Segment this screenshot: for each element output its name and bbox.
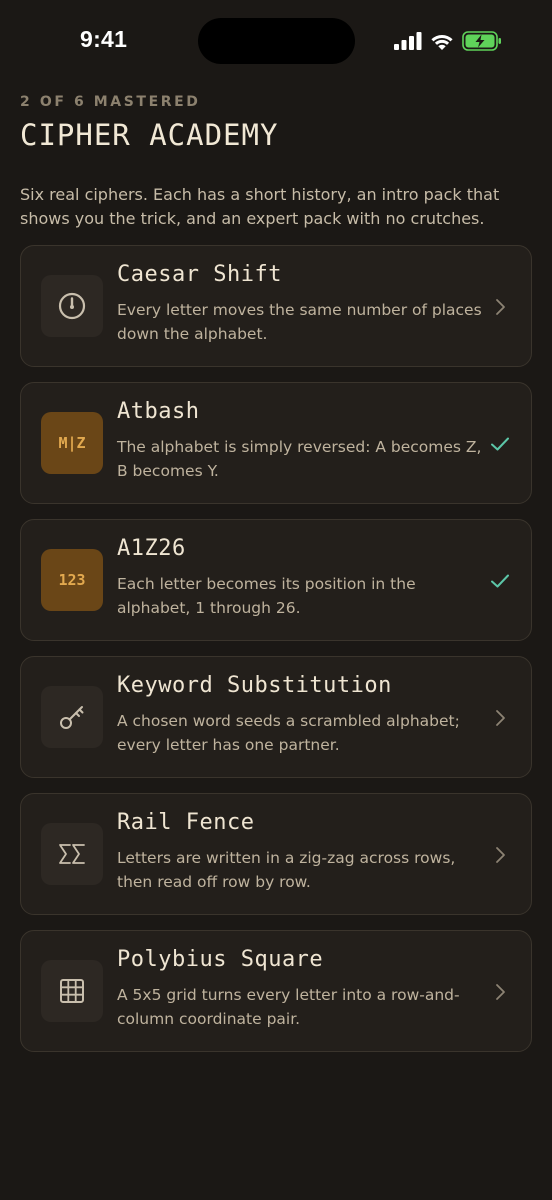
chevron-right-icon: [489, 844, 511, 866]
status-time: 9:41: [80, 26, 128, 52]
cipher-title: Caesar Shift: [117, 262, 282, 287]
cipher-title: Keyword Substitution: [117, 673, 392, 698]
chevron-right-icon: [489, 707, 511, 729]
cipher-description: Every letter moves the same number of pl…: [117, 301, 482, 343]
status-icons: [394, 30, 502, 52]
chevron-right-icon: [489, 296, 511, 318]
chevron-right-icon: [489, 981, 511, 1003]
cipher-card-rail-fence[interactable]: Rail Fence Letters are written in a zig-…: [20, 793, 532, 915]
cipher-card-atbash[interactable]: M|Z Atbash The alphabet is simply revers…: [20, 382, 532, 504]
cipher-description: The alphabet is simply reversed: A becom…: [117, 438, 482, 480]
numbers-icon: 123: [41, 549, 103, 611]
intro-text: Six real ciphers. Each has a short histo…: [20, 185, 500, 228]
cipher-title: A1Z26: [117, 536, 186, 561]
cipher-description: Letters are written in a zig-zag across …: [117, 849, 456, 891]
cipher-card-caesar-shift[interactable]: Caesar Shift Every letter moves the same…: [20, 245, 532, 367]
grid-icon: [41, 960, 103, 1022]
page-title: CIPHER ACADEMY: [20, 118, 279, 152]
sigma-icon: [41, 823, 103, 885]
cipher-description: A 5x5 grid turns every letter into a row…: [117, 986, 460, 1028]
battery-icon: [462, 31, 501, 51]
key-icon: [41, 686, 103, 748]
dynamic-island: [198, 18, 355, 64]
signal-icon: [394, 32, 422, 50]
icon-glyph: 123: [58, 571, 86, 589]
cipher-description: A chosen word seeds a scrambled alphabet…: [117, 712, 460, 754]
cipher-title: Atbash: [117, 399, 200, 424]
page-header: 2 OF 6 MASTERED CIPHER ACADEMY: [20, 94, 532, 158]
cipher-card-keyword-substitution[interactable]: Keyword Substitution A chosen word seeds…: [20, 656, 532, 778]
mirror-az-icon: M|Z: [41, 412, 103, 474]
status-bar: 9:41: [0, 0, 552, 84]
cipher-title: Polybius Square: [117, 947, 324, 972]
icon-glyph: M|Z: [58, 434, 86, 452]
dial-icon: [41, 275, 103, 337]
checkmark-icon: [489, 570, 511, 592]
cipher-title: Rail Fence: [117, 810, 255, 835]
cipher-description: Each letter becomes its position in the …: [117, 575, 416, 617]
wifi-icon: [431, 34, 453, 50]
checkmark-icon: [489, 433, 511, 455]
cipher-card-a1z26[interactable]: 123 A1Z26 Each letter becomes its positi…: [20, 519, 532, 641]
cipher-card-polybius-square[interactable]: Polybius Square A 5x5 grid turns every l…: [20, 930, 532, 1052]
mastery-progress: 2 OF 6 MASTERED: [20, 94, 201, 110]
